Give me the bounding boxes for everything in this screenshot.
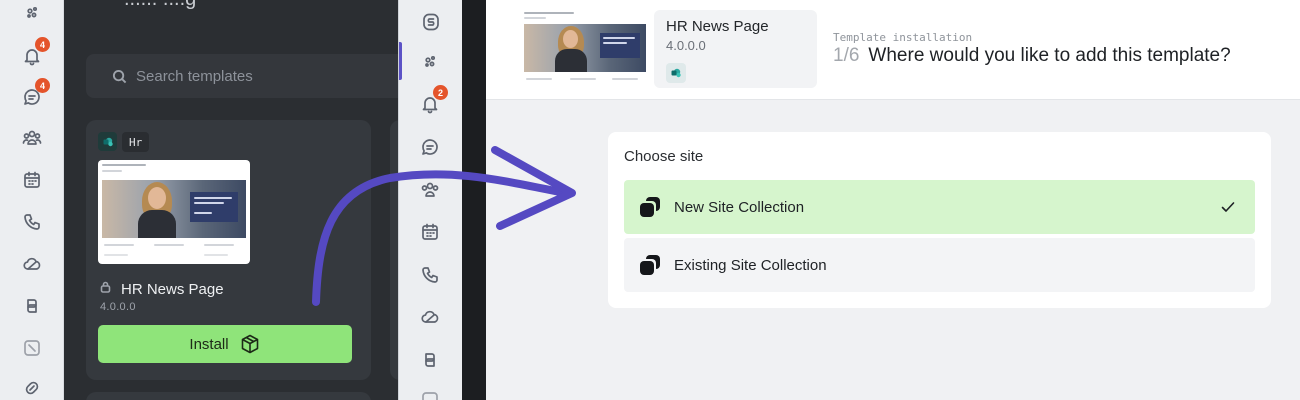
copilot-icon[interactable] [416,346,444,374]
app-tile-icon[interactable] [416,386,444,400]
template-card-below[interactable] [86,392,371,400]
template-name: HR News Page [121,280,224,298]
option-label: Existing Site Collection [674,256,827,274]
active-indicator [399,42,402,80]
app-tile-icon[interactable] [18,334,46,362]
search-input[interactable]: Search templates [86,54,400,98]
teams-icon[interactable] [416,176,444,204]
step-counter: 1/6 [833,45,860,66]
site-chooser: Choose site New Site Collection Existing… [608,132,1271,308]
chat-icon[interactable] [416,133,444,161]
installer-template-version: 4.0.0.0 [666,38,706,53]
notifications-bell-icon[interactable]: 2 [416,85,448,118]
notifications-bell-icon[interactable]: 4 [18,37,50,70]
app-logo-icon[interactable] [417,8,445,36]
choose-site-label: Choose site [624,148,704,165]
template-store-panel: ...... ....g Search templates Hr [64,0,400,400]
link-app-icon[interactable] [18,374,46,400]
lock-icon [100,280,111,298]
option-existing-site-collection[interactable]: Existing Site Collection [624,238,1255,292]
template-meta: HR News Page 4.0.0.0 [654,10,817,88]
teams-icon[interactable] [18,124,46,152]
search-placeholder: Search templates [136,67,253,85]
sharepoint-logo-icon [98,132,117,151]
installer-template-name: HR News Page [666,18,769,35]
calendar-icon[interactable] [18,166,46,194]
app-rail-middle: 2 [398,0,462,400]
search-icon [112,69,127,83]
template-preview [522,8,650,88]
calendar-icon[interactable] [416,218,444,246]
site-collection-icon [640,197,660,217]
install-label: Install [189,335,229,353]
app-rail-left: 4 4 [0,0,64,400]
install-button[interactable]: Install [98,325,352,363]
copilot-icon[interactable] [18,292,46,320]
apps-sparkle-icon[interactable] [416,48,444,76]
installer-header: HR News Page 4.0.0.0 Template installati… [486,0,1300,100]
phone-icon[interactable] [416,261,444,289]
option-new-site-collection[interactable]: New Site Collection [624,180,1255,234]
chat-badge: 4 [35,78,50,93]
phone-icon[interactable] [18,208,46,236]
store-title: ...... ....g [124,0,196,11]
template-installer: HR News Page 4.0.0.0 Template installati… [486,0,1300,400]
template-card[interactable]: Hr HR News Page 4.0.0.0 Install [86,120,371,380]
template-version: 4.0.0.0 [100,301,136,313]
window-gap [462,0,486,400]
notifications-badge: 2 [433,85,448,100]
template-thumbnail [98,160,250,264]
apps-sparkle-icon[interactable] [18,0,46,27]
sharepoint-logo-icon [666,63,686,83]
chat-icon[interactable]: 4 [18,78,50,111]
onedrive-cloud-icon[interactable] [18,250,46,278]
category-tag: Hr [122,132,150,152]
step-question: Where would you like to add this templat… [868,45,1231,66]
check-icon [1219,198,1237,216]
package-icon [241,334,258,354]
onedrive-cloud-icon[interactable] [416,303,444,331]
step-caption: Template installation [833,31,973,44]
notifications-badge: 4 [35,37,50,52]
site-collection-icon [640,255,660,275]
option-label: New Site Collection [674,198,805,216]
